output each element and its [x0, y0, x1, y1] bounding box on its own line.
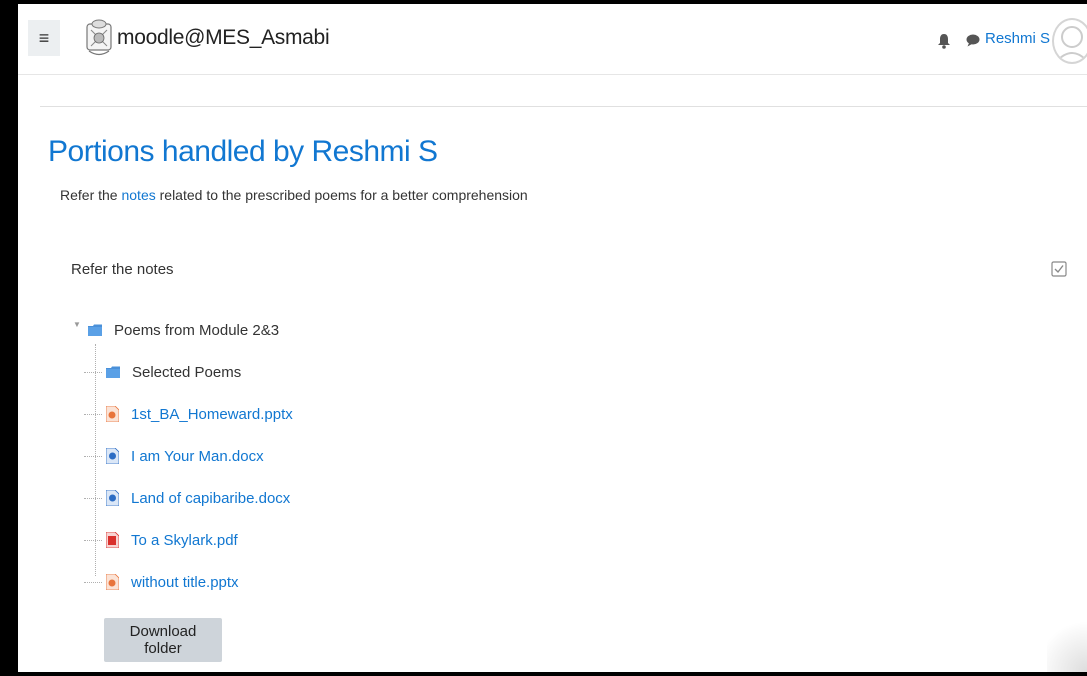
completion-checkbox-icon[interactable]: [1051, 261, 1067, 277]
tree-connector-branch: [84, 414, 102, 415]
tree-connector-branch: [84, 498, 102, 499]
tree-item-file[interactable]: without title.pptx: [84, 571, 239, 593]
page-title: Portions handled by Reshmi S: [48, 135, 438, 168]
notifications-bell-icon[interactable]: [937, 33, 951, 49]
user-menu-name[interactable]: Reshmi S: [985, 30, 1050, 47]
file-link[interactable]: I am Your Man.docx: [131, 448, 264, 465]
folder-activity-label: Refer the notes: [71, 261, 174, 278]
tree-connector-branch: [84, 456, 102, 457]
tree-connector-branch: [84, 582, 102, 583]
file-link[interactable]: To a Skylark.pdf: [131, 532, 238, 549]
powerpoint-file-icon: [106, 574, 119, 590]
tree-connector-branch: [84, 540, 102, 541]
intro-text-after: related to the prescribed poems for a be…: [155, 187, 528, 203]
tree-item-file[interactable]: Land of capibaribe.docx: [84, 487, 290, 509]
file-link[interactable]: without title.pptx: [131, 574, 239, 591]
hamburger-icon: ≡: [38, 27, 50, 48]
tree-item-file[interactable]: 1st_BA_Homeward.pptx: [84, 403, 293, 425]
word-document-icon: [106, 448, 119, 464]
folder-root[interactable]: Poems from Module 2&3: [88, 319, 279, 341]
notes-link[interactable]: notes: [121, 187, 155, 203]
folder-root-label: Poems from Module 2&3: [114, 321, 280, 339]
content-divider: [40, 106, 1087, 107]
corner-shadow: [1047, 612, 1087, 672]
left-border: [0, 0, 18, 676]
expand-triangle-icon[interactable]: ▼: [73, 320, 81, 329]
user-avatar-icon: [1055, 26, 1087, 62]
pdf-file-icon: [106, 532, 119, 548]
moodle-page: ≡ moodle@MES_Asmabi Reshmi S Portions ha…: [18, 4, 1087, 672]
intro-text: Refer the notes related to the prescribe…: [60, 187, 528, 203]
tree-connector: [95, 344, 96, 576]
site-name[interactable]: moodle@MES_Asmabi: [117, 26, 330, 50]
user-avatar[interactable]: [1052, 18, 1087, 64]
messages-chat-icon[interactable]: [966, 34, 980, 47]
download-folder-button[interactable]: Download folder: [104, 618, 222, 662]
word-document-icon: [106, 490, 119, 506]
tree-item-file[interactable]: I am Your Man.docx: [84, 445, 264, 467]
folder-icon: [106, 366, 120, 378]
tree-connector-branch: [84, 372, 102, 373]
file-link[interactable]: Land of capibaribe.docx: [131, 490, 290, 507]
tree-item-file[interactable]: To a Skylark.pdf: [84, 529, 238, 551]
top-navbar: ≡ moodle@MES_Asmabi Reshmi S: [18, 4, 1087, 75]
intro-text-before: Refer the: [60, 187, 122, 203]
subfolder-label: Selected Poems: [132, 363, 242, 381]
powerpoint-file-icon: [106, 406, 119, 422]
file-link[interactable]: 1st_BA_Homeward.pptx: [131, 406, 293, 423]
menu-toggle-button[interactable]: ≡: [28, 20, 60, 56]
folder-icon: [88, 324, 102, 336]
site-logo-icon[interactable]: [84, 18, 114, 58]
tree-item-subfolder[interactable]: Selected Poems: [84, 361, 242, 383]
